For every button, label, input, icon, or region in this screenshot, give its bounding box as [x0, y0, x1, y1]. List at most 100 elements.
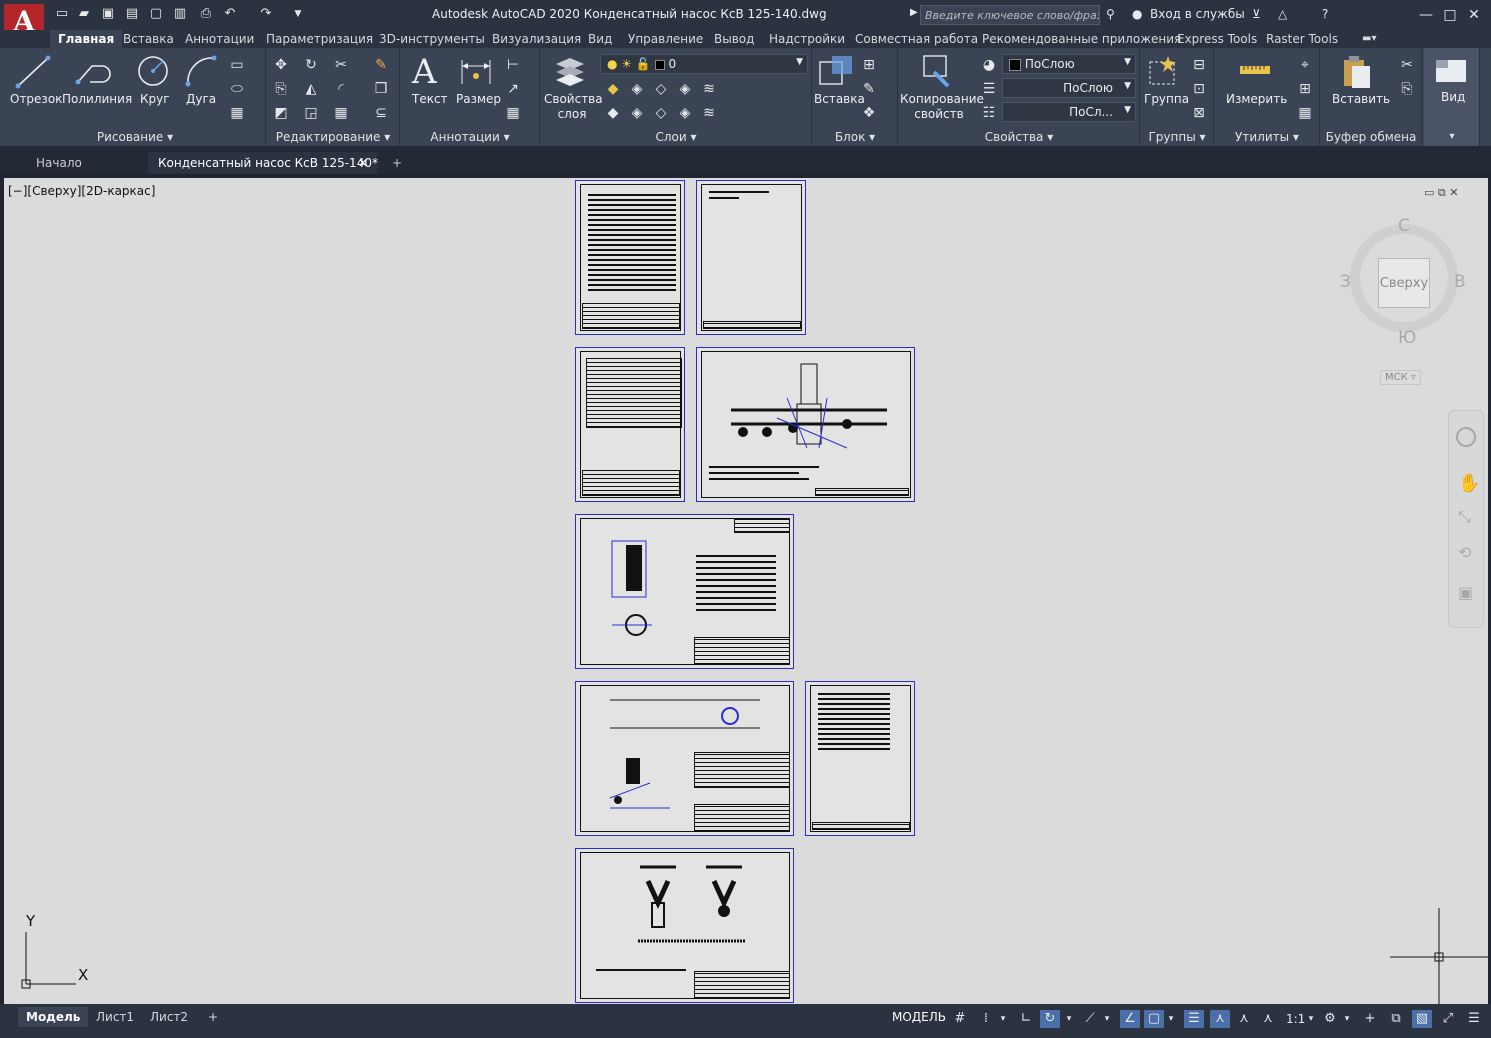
measure-button[interactable]: Измерить — [1226, 92, 1287, 106]
isodraft-icon[interactable]: ⟋ — [1080, 1010, 1100, 1028]
rotate-icon[interactable]: ↻ — [302, 56, 320, 74]
model-space-button[interactable]: МОДЕЛЬ — [892, 1010, 946, 1024]
drawing-sheet-5[interactable] — [575, 514, 794, 669]
layer-merge-icon[interactable]: ≋ — [700, 104, 718, 122]
array-icon[interactable]: ▦ — [332, 104, 350, 122]
save-web-icon[interactable]: ▥ — [172, 6, 188, 22]
annotation-monitor-icon[interactable]: + — [1360, 1010, 1380, 1028]
rectangle-icon[interactable]: ▭ — [228, 56, 246, 74]
layer-isolate-icon[interactable]: ◈ — [628, 80, 646, 98]
save-icon[interactable]: ▣ — [100, 6, 116, 22]
layer-on-icon[interactable]: ◈ — [628, 104, 646, 122]
customize-menu-icon[interactable]: ☰ — [1464, 1010, 1484, 1028]
open-icon[interactable]: ▰ — [76, 6, 92, 22]
hardware-acceleration-icon[interactable]: ▧ — [1412, 1010, 1432, 1028]
tab-output[interactable]: Вывод — [712, 30, 756, 48]
polar-icon[interactable]: ↻ — [1040, 1010, 1060, 1028]
circle-button[interactable]: Круг — [140, 92, 170, 106]
lineweight-icon[interactable]: ☰ — [980, 80, 998, 98]
tab-layout2[interactable]: Лист2 — [142, 1007, 196, 1027]
chevron-right-icon[interactable]: ▶ — [910, 7, 918, 18]
redo-icon[interactable]: ↷ — [258, 6, 274, 22]
match-properties-button[interactable]: Копирование свойств — [900, 92, 984, 122]
line-button[interactable]: Отрезок — [10, 92, 62, 106]
snap-icon[interactable]: ⁞ — [976, 1010, 996, 1028]
signin-button[interactable]: Вход в службы — [1150, 7, 1245, 21]
viewport-window-controls[interactable]: ▭ ⧉ ✕ — [1424, 186, 1458, 200]
zoom-icon[interactable]: ⤡ — [1458, 507, 1471, 527]
layer-match-icon[interactable]: ≋ — [700, 80, 718, 98]
copy-clip-icon[interactable]: ⎘ — [1398, 80, 1416, 98]
table-icon[interactable]: ▦ — [504, 104, 522, 122]
viewcube[interactable]: Сверху С Ю З В — [1340, 216, 1466, 356]
workspace-gear-icon[interactable]: ⚙ — [1320, 1010, 1340, 1028]
tab-express-tools[interactable]: Express Tools — [1175, 30, 1259, 48]
scale-icon[interactable]: ◲ — [302, 104, 320, 122]
viewport-controls[interactable]: [−][Сверху][2D-каркас] — [8, 184, 155, 198]
lineweight-display-icon[interactable]: ☰ — [1184, 1010, 1204, 1028]
scale-menu-icon[interactable]: ▾ — [1304, 1010, 1318, 1028]
dimension-button[interactable]: Размер — [456, 92, 501, 106]
open-web-icon[interactable]: ▢ — [148, 6, 164, 22]
drawing-sheet-7[interactable] — [805, 681, 915, 836]
hatch-icon[interactable]: ⬭ — [228, 80, 246, 98]
mirror-icon[interactable]: ◭ — [302, 80, 320, 98]
copy-icon[interactable]: ⎘ — [272, 80, 290, 98]
panel-title-clipboard[interactable]: Буфер обмена — [1320, 128, 1422, 146]
insert-block-button[interactable]: Вставка — [814, 92, 865, 106]
viewcube-east[interactable]: В — [1454, 272, 1466, 292]
calculator-icon[interactable]: ▦ — [1296, 104, 1314, 122]
layer-properties-button[interactable]: Свойства слоя — [544, 92, 603, 122]
viewcube-north[interactable]: С — [1398, 216, 1410, 236]
undo-icon[interactable]: ↶ — [222, 6, 238, 22]
panel-title-draw[interactable]: Рисование ▾ — [4, 128, 266, 146]
tab-home[interactable]: Главная — [50, 30, 123, 48]
drawing-sheet-8[interactable] — [575, 848, 794, 1003]
autoscale-icon[interactable]: ⋏ — [1234, 1010, 1254, 1028]
layer-thaw-icon[interactable]: ◇ — [652, 104, 670, 122]
drawing-sheet-2[interactable] — [696, 180, 806, 335]
tab-visualize[interactable]: Визуализация — [490, 30, 583, 48]
create-block-icon[interactable]: ⊞ — [860, 56, 878, 74]
group-select-icon[interactable]: ⊠ — [1190, 104, 1208, 122]
viewcube-west[interactable]: З — [1340, 272, 1351, 292]
paste-button[interactable]: Вставить — [1332, 92, 1390, 106]
stretch-icon[interactable]: ◩ — [272, 104, 290, 122]
layer-dropdown[interactable]: ● ☀ 🔓 0 ▼ — [600, 54, 808, 74]
drawing-sheet-3[interactable] — [575, 347, 685, 502]
panel-title-groups[interactable]: Группы ▾ — [1140, 128, 1214, 146]
dropdown-icon[interactable]: ▼ — [290, 6, 306, 22]
workspace-menu-icon[interactable]: ▾ — [1340, 1010, 1354, 1028]
linear-dim-icon[interactable]: ⊢ — [504, 56, 522, 74]
tab-annotate[interactable]: Аннотации — [183, 30, 256, 48]
tab-current-drawing[interactable]: Конденсатный насос КсВ 125-140* ✕ — [148, 152, 378, 174]
select-all-icon[interactable]: ⊞ — [1296, 80, 1314, 98]
color-wheel-icon[interactable]: ◕ — [980, 56, 998, 74]
tab-view[interactable]: Вид — [586, 30, 614, 48]
fillet-icon[interactable]: ◜ — [332, 80, 350, 98]
erase-icon[interactable]: ✎ — [372, 56, 390, 74]
viewcube-face-top[interactable]: Сверху — [1378, 258, 1430, 308]
tab-3d-tools[interactable]: 3D-инструменты — [377, 30, 487, 48]
grid-icon[interactable]: # — [950, 1010, 970, 1028]
binoculars-icon[interactable]: ⚲ — [1106, 7, 1115, 21]
arc-button[interactable]: Дуга — [186, 92, 216, 106]
viewcube-south[interactable]: Ю — [1398, 328, 1416, 348]
edit-block-icon[interactable]: ✎ — [860, 80, 878, 98]
layer-lock-icon[interactable]: ◈ — [676, 80, 694, 98]
close-tab-icon[interactable]: ✕ — [358, 152, 368, 174]
ungroup-icon[interactable]: ⊟ — [1190, 56, 1208, 74]
clean-screen-icon[interactable]: ⤢ — [1438, 1010, 1458, 1028]
annotation-visibility-icon[interactable]: ⋏ — [1210, 1010, 1230, 1028]
text-button[interactable]: Текст — [412, 92, 448, 106]
gradient-icon[interactable]: ▦ — [228, 104, 246, 122]
plot-icon[interactable]: ⎙ — [198, 6, 214, 22]
panel-title-block[interactable]: Блок ▾ — [812, 128, 898, 146]
move-icon[interactable]: ✥ — [272, 56, 290, 74]
tab-raster-tools[interactable]: Raster Tools — [1264, 30, 1340, 48]
layer-unlock-icon[interactable]: ◈ — [676, 104, 694, 122]
annotation-scale-icon[interactable]: ⋏ — [1258, 1010, 1278, 1028]
snap-menu-icon[interactable]: ▾ — [996, 1010, 1010, 1028]
search-input[interactable]: Введите ключевое слово/фразу — [920, 5, 1100, 25]
leader-icon[interactable]: ↗ — [504, 80, 522, 98]
